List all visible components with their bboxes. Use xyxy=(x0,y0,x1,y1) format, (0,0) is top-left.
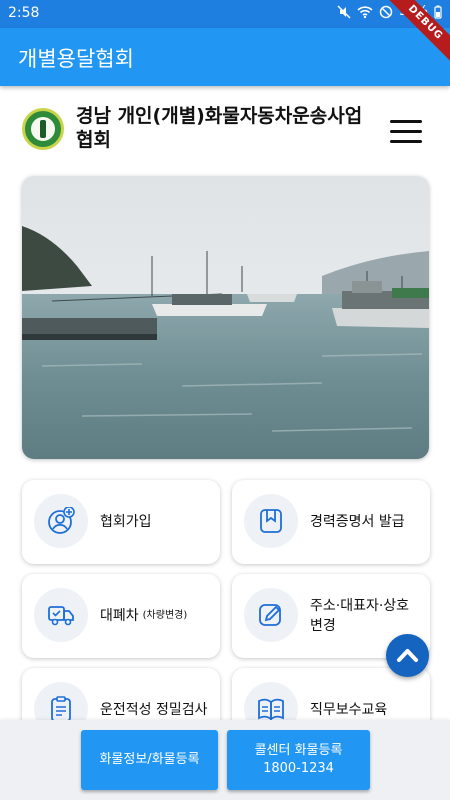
menu-card-join[interactable]: 협회가입 xyxy=(22,480,220,564)
mute-icon xyxy=(337,4,351,19)
dnd-icon xyxy=(379,5,393,18)
hamburger-menu-button[interactable] xyxy=(390,118,422,144)
menu-label-career-cert: 경력증명서 발급 xyxy=(310,514,405,530)
truck-icon xyxy=(48,606,74,626)
logo-emblem xyxy=(31,117,55,141)
menu-sublabel-vehicle-change: (차량변경) xyxy=(142,610,188,621)
menu-label-vehicle-change: 대폐차 (차량변경) xyxy=(100,608,188,624)
scroll-top-button[interactable] xyxy=(386,634,429,677)
call-center-number: 1800-1234 xyxy=(263,761,334,776)
status-time: 2:58 xyxy=(8,5,40,21)
freight-info-label: 화물정보/화물등록 xyxy=(99,752,200,767)
battery-icon xyxy=(434,5,442,19)
bookmark-icon xyxy=(260,509,282,533)
chevron-up-icon xyxy=(397,649,418,662)
association-logo xyxy=(22,108,64,150)
menu-card-vehicle-change[interactable]: 대폐차 (차량변경) xyxy=(22,574,220,658)
bottom-action-bar: 화물정보/화물등록 콜센터 화물등록 1800-1234 xyxy=(0,720,450,800)
menu-label-join: 협회가입 xyxy=(100,514,152,530)
app-bar: 개별용달협회 xyxy=(0,28,450,86)
hero-harbor-image xyxy=(22,176,429,459)
edit-icon xyxy=(259,604,281,626)
wifi-icon xyxy=(357,5,373,18)
freight-info-button[interactable]: 화물정보/화물등록 xyxy=(81,730,218,790)
app-bar-title: 개별용달협회 xyxy=(18,47,134,71)
add-member-icon xyxy=(48,507,75,534)
org-title: 경남 개인(개별)화물자동차운송사업협회 xyxy=(76,105,363,151)
status-bar: 2:58 57% xyxy=(0,0,450,28)
call-center-button[interactable]: 콜센터 화물등록 1800-1234 xyxy=(227,730,370,790)
menu-card-career-cert[interactable]: 경력증명서 발급 xyxy=(232,480,430,564)
book-icon xyxy=(258,698,284,721)
clipboard-icon xyxy=(51,696,71,722)
call-center-label: 콜센터 화물등록 xyxy=(254,743,343,758)
header: 경남 개인(개별)화물자동차운송사업협회 xyxy=(0,98,450,168)
